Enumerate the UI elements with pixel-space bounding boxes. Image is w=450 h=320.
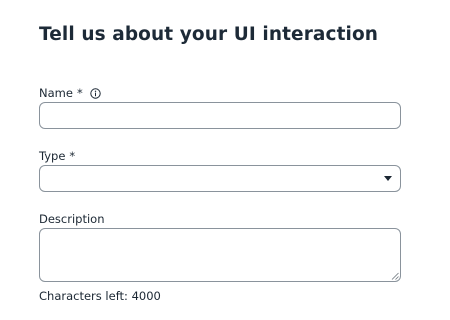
description-label: Description [39,212,105,226]
required-mark: * [69,149,76,163]
type-select[interactable] [39,165,401,192]
required-mark: * [76,86,83,100]
type-label-text: Type [39,149,66,163]
name-input[interactable] [39,102,401,129]
info-icon[interactable] [89,87,101,99]
page-title: Tell us about your UI interaction [39,24,379,45]
caret-down-icon [384,176,392,181]
name-label-text: Name [39,86,73,100]
name-label: Name * [39,86,101,100]
type-label: Type * [39,149,75,163]
description-label-text: Description [39,212,105,226]
characters-left-counter: Characters left: 4000 [39,289,161,303]
description-textarea[interactable] [39,228,401,282]
resize-grip-icon[interactable] [391,272,399,280]
